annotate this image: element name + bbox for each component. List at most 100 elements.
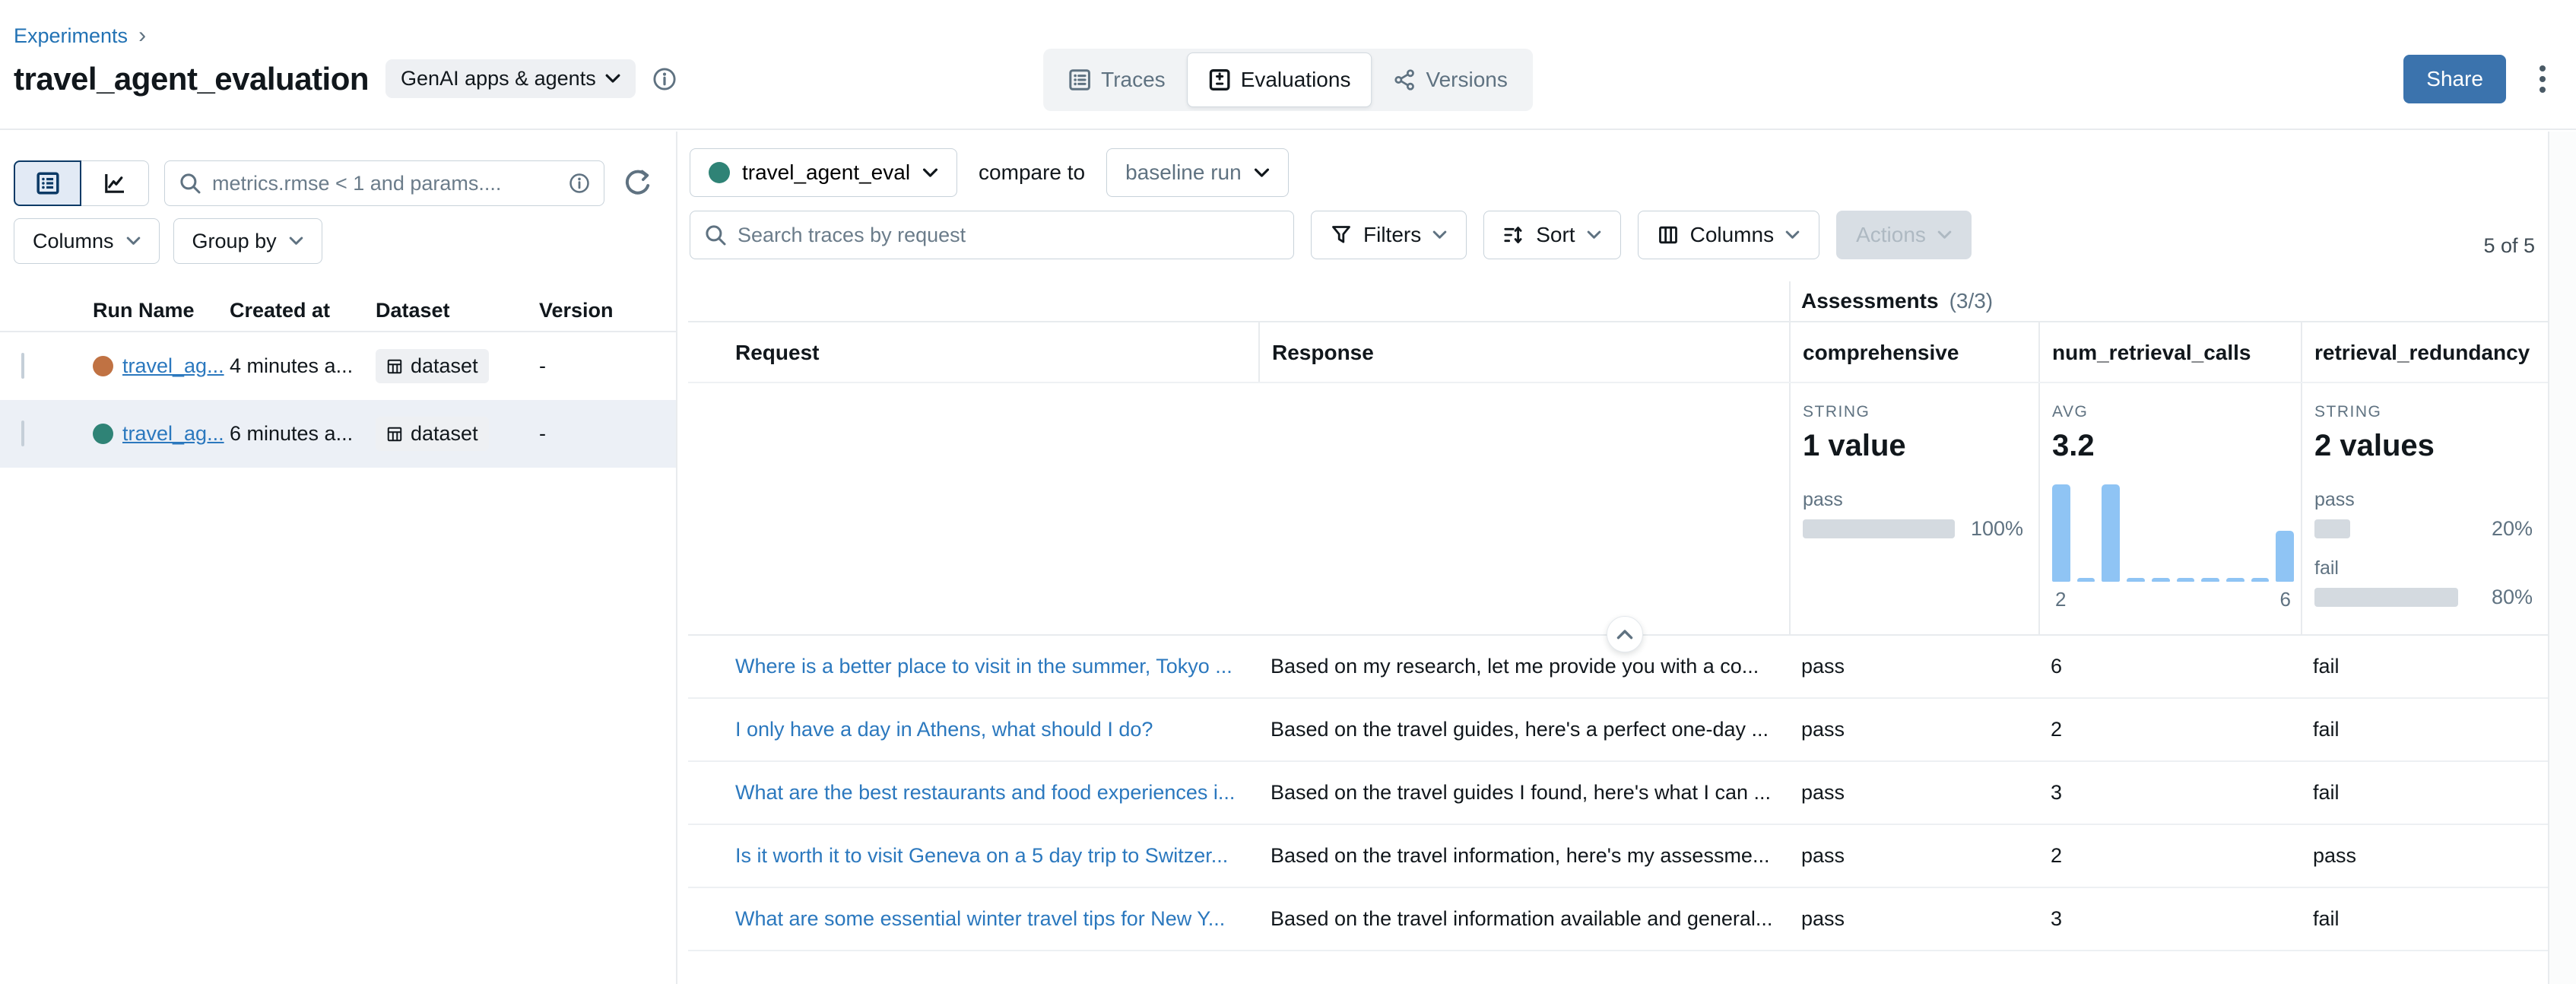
- sidebar-buttons: Columns Group by: [14, 218, 656, 264]
- breadcrumb-experiments-link[interactable]: Experiments: [14, 24, 128, 48]
- run-created-at: 6 minutes a...: [230, 422, 376, 446]
- refresh-icon[interactable]: [620, 165, 656, 202]
- trace-request-link[interactable]: What are the best restaurants and food e…: [735, 781, 1235, 804]
- retrieval-calls-histogram: [2052, 484, 2294, 582]
- actions-button[interactable]: Actions: [1836, 211, 1972, 259]
- trace-retrieval-redundancy-value: pass: [2301, 844, 2548, 868]
- trace-response: Based on the travel information availabl…: [1258, 907, 1789, 931]
- trace-columns-button[interactable]: Columns: [1638, 211, 1819, 259]
- tab-versions-label: Versions: [1426, 68, 1507, 92]
- chart-view-toggle[interactable]: [81, 160, 149, 206]
- trace-num-retrieval-calls-value: 2: [2038, 718, 2301, 741]
- trace-num-retrieval-calls-value: 2: [2038, 844, 2301, 868]
- col-run-name: Run Name: [93, 299, 230, 322]
- col-comprehensive[interactable]: comprehensive: [1789, 322, 2038, 382]
- baseline-run-dropdown[interactable]: baseline run: [1106, 148, 1289, 197]
- info-icon[interactable]: [652, 67, 677, 91]
- assessments-header-row: Assessments (3/3): [688, 281, 2548, 321]
- summary-value: 3.2: [2052, 429, 2286, 463]
- trace-row[interactable]: What are some essential winter travel ti…: [688, 888, 2548, 951]
- sort-button[interactable]: Sort: [1483, 211, 1620, 259]
- share-button[interactable]: Share: [2403, 55, 2506, 103]
- histogram-bar: [2226, 578, 2244, 582]
- chevron-down-icon: [605, 74, 620, 84]
- trace-row[interactable]: I only have a day in Athens, what should…: [688, 699, 2548, 762]
- summary-bar: [1803, 519, 1955, 538]
- list-view-toggle[interactable]: [14, 160, 81, 206]
- overflow-menu-icon[interactable]: [2535, 61, 2550, 97]
- group-by-button[interactable]: Group by: [173, 218, 322, 264]
- summary-value: 1 value: [1803, 429, 2023, 463]
- trace-search-input[interactable]: [738, 224, 1280, 247]
- run-status-dot: [709, 162, 730, 183]
- chevron-down-icon: [922, 168, 938, 178]
- trace-request-link[interactable]: I only have a day in Athens, what should…: [735, 718, 1153, 741]
- chevron-up-icon: [1616, 629, 1633, 640]
- trace-comprehensive-value: pass: [1789, 781, 2038, 805]
- search-icon: [704, 224, 727, 246]
- summary-bar-label: fail: [2314, 557, 2533, 579]
- col-num-retrieval-calls[interactable]: num_retrieval_calls: [2038, 322, 2301, 382]
- run-selector-dropdown[interactable]: travel_agent_eval: [690, 148, 957, 197]
- summary-comprehensive: STRING 1 value pass 100%: [1789, 383, 2038, 634]
- assessments-group: Assessments (3/3): [1789, 281, 2548, 321]
- col-response[interactable]: Response: [1258, 322, 1789, 382]
- histogram-axis: 2 6: [2052, 588, 2294, 611]
- tab-evaluations[interactable]: Evaluations: [1187, 52, 1372, 107]
- dataset-chip[interactable]: dataset: [376, 349, 489, 383]
- run-name-link[interactable]: travel_ag...: [122, 422, 224, 446]
- summary-bar-group: pass 20%: [2314, 489, 2533, 541]
- versions-icon: [1393, 68, 1416, 91]
- trace-table-header: Request Response comprehensive num_retri…: [688, 321, 2548, 383]
- trace-row[interactable]: What are the best restaurants and food e…: [688, 762, 2548, 825]
- trace-comprehensive-value: pass: [1789, 844, 2038, 868]
- tab-versions[interactable]: Versions: [1372, 52, 1528, 107]
- trace-response: Based on the travel guides, here's a per…: [1258, 718, 1789, 741]
- trace-request-link[interactable]: Where is a better place to visit in the …: [735, 655, 1232, 678]
- filter-info-icon[interactable]: [569, 173, 590, 194]
- experiment-type-pill[interactable]: GenAI apps & agents: [385, 59, 636, 98]
- col-request[interactable]: Request: [688, 322, 1258, 382]
- summary-kind: STRING: [2314, 403, 2533, 421]
- runs-filter-input[interactable]: [212, 172, 558, 195]
- run-checkbox[interactable]: [21, 353, 24, 379]
- trace-toolbar: Filters Sort Columns Actions 5 of 5: [690, 211, 2546, 259]
- traces-icon: [1068, 68, 1091, 91]
- trace-request-link[interactable]: What are some essential winter travel ti…: [735, 907, 1225, 930]
- runs-filter-box: [164, 160, 604, 206]
- col-created-at: Created at: [230, 299, 376, 322]
- dataset-chip[interactable]: dataset: [376, 417, 489, 451]
- run-columns-label: Columns: [33, 230, 114, 253]
- tab-traces[interactable]: Traces: [1047, 52, 1187, 107]
- filters-button[interactable]: Filters: [1311, 211, 1467, 259]
- summary-kind: STRING: [1803, 403, 2023, 421]
- trace-request-link[interactable]: Is it worth it to visit Geneva on a 5 da…: [735, 844, 1228, 867]
- trace-search-box: [690, 211, 1294, 259]
- run-checkbox[interactable]: [21, 421, 24, 446]
- list-view-icon: [36, 171, 60, 195]
- run-row[interactable]: travel_ag... 4 minutes a... dataset -: [0, 332, 676, 400]
- collapse-summary-button[interactable]: [1607, 616, 1643, 652]
- runs-sidebar: Columns Group by Run Name Created at Dat…: [0, 132, 677, 984]
- col-retrieval-redundancy[interactable]: retrieval_redundancy: [2301, 322, 2548, 382]
- run-columns-button[interactable]: Columns: [14, 218, 160, 264]
- trace-row[interactable]: Is it worth it to visit Geneva on a 5 da…: [688, 825, 2548, 888]
- run-row[interactable]: travel_ag... 6 minutes a... dataset -: [0, 400, 676, 468]
- summary-bar-label: pass: [2314, 489, 2533, 511]
- summary-bar-group: pass 100%: [1803, 489, 2023, 541]
- filter-funnel-icon: [1331, 224, 1352, 246]
- histogram-bar: [2201, 578, 2219, 582]
- chevron-down-icon: [1937, 230, 1952, 240]
- scrollbar-track[interactable]: [2548, 132, 2576, 984]
- traces-table: Assessments (3/3) Request Response compr…: [688, 281, 2548, 984]
- assessments-label: Assessments: [1801, 289, 1939, 313]
- breadcrumb-separator: ›: [138, 23, 146, 49]
- baseline-run-label: baseline run: [1125, 160, 1242, 185]
- view-mode-toggle: [14, 160, 149, 206]
- trace-comprehensive-value: pass: [1789, 655, 2038, 678]
- run-name-link[interactable]: travel_ag...: [122, 354, 224, 378]
- tab-traces-label: Traces: [1101, 68, 1166, 92]
- summary-bar: [2314, 588, 2458, 607]
- summary-bar-percent: 80%: [2476, 586, 2533, 609]
- compare-to-label: compare to: [979, 160, 1085, 185]
